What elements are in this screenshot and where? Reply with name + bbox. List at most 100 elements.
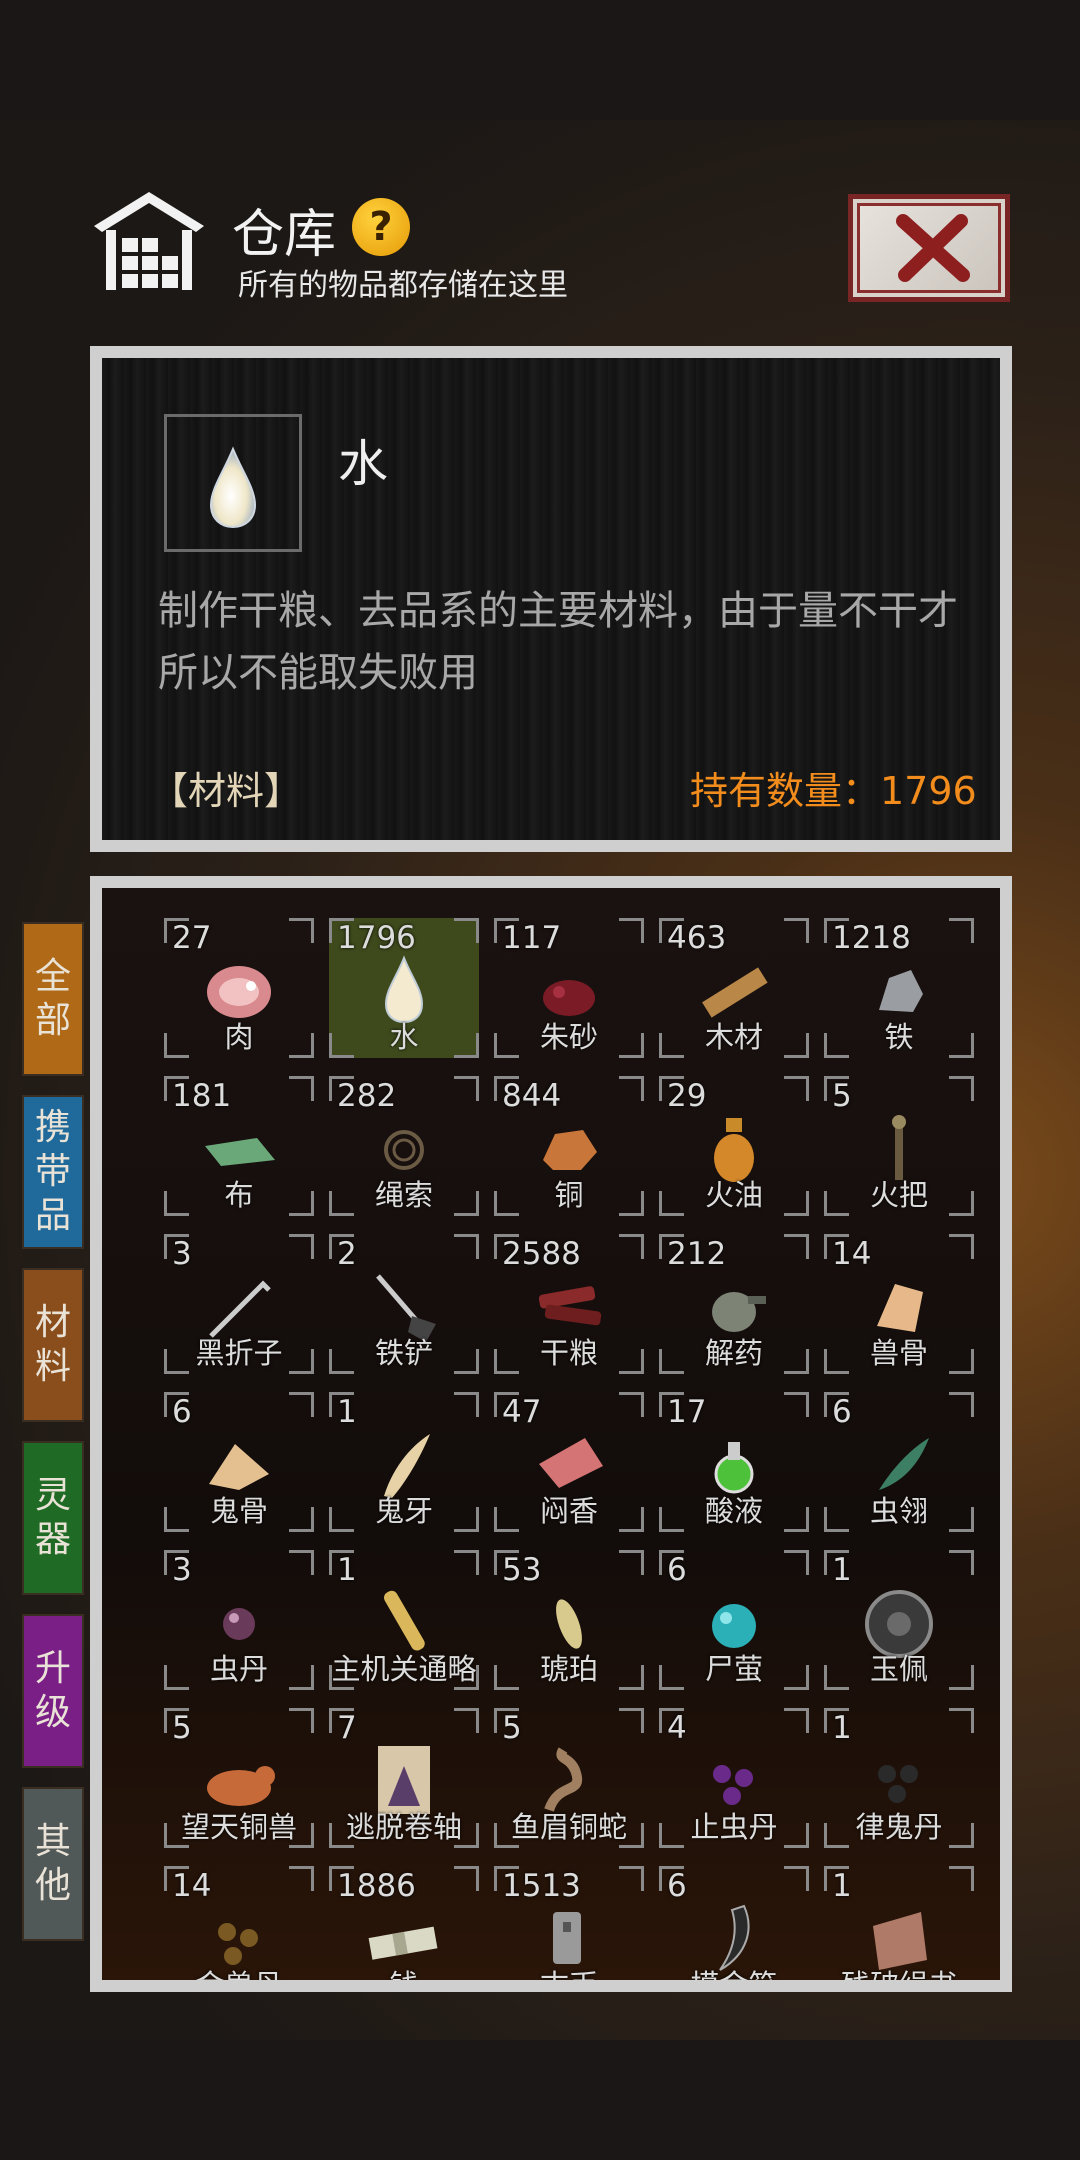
inventory-slot[interactable]: 2588 干粮	[494, 1234, 644, 1374]
inventory-slot[interactable]: 1218 铁	[824, 918, 974, 1058]
inventory-slot[interactable]: 212 解药	[659, 1234, 809, 1374]
inventory-slot[interactable]: 5 鱼眉铜蛇	[494, 1708, 644, 1848]
item-name: 干粮	[539, 1336, 598, 1370]
inventory-slot[interactable]: 14 兽骨	[824, 1234, 974, 1374]
tab-label-char: 部	[34, 1000, 71, 1041]
slot-corner	[454, 1981, 479, 1992]
inventory-slot[interactable]: 53 琥珀	[494, 1550, 644, 1690]
slot-corner	[454, 1392, 479, 1417]
inventory-slot[interactable]: 1 玉佩	[824, 1550, 974, 1690]
inventory-slot[interactable]: 1886 钱	[329, 1866, 479, 1992]
tab-1[interactable]: 携带品	[22, 1095, 84, 1249]
item-count: 5	[172, 1710, 192, 1746]
item-name: 闷香	[539, 1494, 598, 1528]
tab-5[interactable]: 其他	[22, 1787, 84, 1941]
item-count: 3	[172, 1552, 192, 1588]
tab-label-char: 级	[34, 1692, 71, 1733]
close-icon	[896, 214, 970, 282]
item-count: 1	[832, 1552, 852, 1588]
slot-corner	[454, 918, 479, 943]
water-drop-icon	[209, 446, 257, 529]
item-count: 53	[502, 1552, 542, 1588]
item-count: 1513	[502, 1868, 581, 1904]
inventory-slot[interactable]: 17 酸液	[659, 1392, 809, 1532]
tab-0[interactable]: 全部	[22, 922, 84, 1076]
item-count: 1	[832, 1868, 852, 1904]
slot-corner	[619, 1550, 644, 1575]
inventory-slot[interactable]: 1 律鬼丹	[824, 1708, 974, 1848]
inventory-slot[interactable]: 6 鬼骨	[164, 1392, 314, 1532]
page-subtitle: 所有的物品都存储在这里	[238, 268, 568, 303]
close-button[interactable]	[848, 194, 1010, 302]
item-count: 47	[502, 1394, 542, 1430]
item-name: 朱砂	[539, 1020, 598, 1054]
item-count: 1	[337, 1394, 357, 1430]
inventory-slot[interactable]: 29 火油	[659, 1076, 809, 1216]
inventory-slot[interactable]: 7 逃脱卷轴	[329, 1708, 479, 1848]
inventory-slot[interactable]: 47 闷香	[494, 1392, 644, 1532]
slot-corner	[949, 1076, 974, 1101]
item-count: 5	[502, 1710, 522, 1746]
item-name: 鬼骨	[209, 1494, 268, 1528]
item-name: 望天铜兽	[180, 1810, 297, 1844]
inventory-slot[interactable]: 1796 水	[329, 918, 479, 1058]
item-count: 2588	[502, 1236, 581, 1272]
inventory-slot[interactable]: 5 望天铜兽	[164, 1708, 314, 1848]
tab-label-char: 他	[34, 1865, 71, 1906]
item-name: 水	[389, 1020, 419, 1054]
item-count: 2	[337, 1236, 357, 1272]
tab-2[interactable]: 材料	[22, 1268, 84, 1422]
inventory-slot[interactable]: 844 铜	[494, 1076, 644, 1216]
item-count: 14	[172, 1868, 212, 1904]
inventory-slot[interactable]: 6 虫翎	[824, 1392, 974, 1532]
inventory-slot[interactable]: 2 铁铲	[329, 1234, 479, 1374]
inventory-slot[interactable]: 5 火把	[824, 1076, 974, 1216]
inventory-slot[interactable]: 1513 古币	[494, 1866, 644, 1992]
inventory-slot[interactable]: 3 虫丹	[164, 1550, 314, 1690]
item-name: 虫翎	[869, 1494, 928, 1528]
inventory-slot[interactable]: 3 黑折子	[164, 1234, 314, 1374]
slot-corner	[784, 1708, 809, 1733]
item-name: 火把	[869, 1178, 928, 1212]
item-count: 6	[832, 1394, 852, 1430]
slot-corner	[329, 1981, 354, 1992]
item-count: 117	[502, 920, 562, 956]
inventory-slot[interactable]: 117 朱砂	[494, 918, 644, 1058]
inventory-slot[interactable]: 1 主机关通略	[329, 1550, 479, 1690]
inventory-slot[interactable]: 4 止虫丹	[659, 1708, 809, 1848]
inventory-slot[interactable]: 6 摸金符	[659, 1866, 809, 1980]
bottom-letterbox	[0, 2040, 1080, 2160]
item-name: 残破绢书	[840, 1968, 957, 1992]
item-name: 黑折子	[195, 1336, 283, 1370]
inventory-slot[interactable]: 181 布	[164, 1076, 314, 1216]
item-count: 6	[667, 1868, 687, 1904]
item-name: 鱼眉铜蛇	[510, 1810, 627, 1844]
tab-4[interactable]: 升级	[22, 1614, 84, 1768]
slot-corner	[164, 1981, 189, 1992]
slot-corner	[454, 1550, 479, 1575]
slot-corner	[289, 1866, 314, 1891]
inventory-slot[interactable]: 6 尸萤	[659, 1550, 809, 1690]
inventory-slot[interactable]: 14 金兽丹	[164, 1866, 314, 1992]
inventory-slot[interactable]: 1 残破绢书	[824, 1866, 974, 1980]
slot-corner	[494, 1981, 519, 1992]
item-count: 1218	[832, 920, 911, 956]
item-count: 4	[667, 1710, 687, 1746]
tab-3[interactable]: 灵器	[22, 1441, 84, 1595]
item-name: 鬼牙	[374, 1494, 433, 1528]
item-name: 琥珀	[539, 1652, 598, 1686]
detail-category: 【材料】	[150, 769, 303, 813]
tab-label-char: 材	[34, 1302, 71, 1343]
slot-corner	[949, 1392, 974, 1417]
slot-corner	[454, 1866, 479, 1891]
item-count: 181	[172, 1078, 232, 1114]
help-icon[interactable]: ?	[352, 198, 410, 256]
slot-corner	[619, 1392, 644, 1417]
warehouse-icon	[88, 186, 210, 294]
inventory-slot[interactable]: 282 绳索	[329, 1076, 479, 1216]
item-name: 尸萤	[704, 1652, 763, 1686]
slot-corner	[454, 1708, 479, 1733]
inventory-slot[interactable]: 463 木材	[659, 918, 809, 1058]
inventory-slot[interactable]: 1 鬼牙	[329, 1392, 479, 1532]
inventory-slot[interactable]: 27 肉	[164, 918, 314, 1058]
